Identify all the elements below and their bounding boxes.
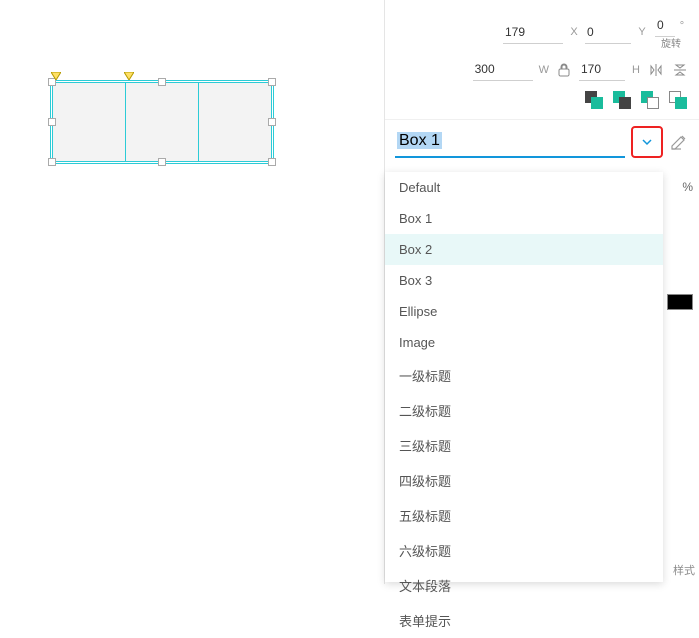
style-option[interactable]: Box 1 — [385, 203, 663, 234]
style-option[interactable]: Default — [385, 172, 663, 203]
style-option[interactable]: 六级标题 — [385, 533, 663, 568]
flip-vertical-icon[interactable] — [671, 61, 689, 79]
style-section-label: 样式 — [673, 562, 695, 578]
connector-hint-icon[interactable] — [124, 72, 134, 80]
style-option[interactable]: 五级标题 — [385, 498, 663, 533]
y-label: Y — [637, 26, 647, 38]
height-label: H — [631, 64, 641, 76]
resize-handle-br[interactable] — [268, 158, 276, 166]
edit-style-icon[interactable] — [669, 132, 689, 152]
bring-forward-button[interactable] — [613, 91, 631, 109]
x-input[interactable] — [503, 21, 563, 44]
canvas-area[interactable] — [0, 0, 384, 584]
style-name-value: Box 1 — [397, 132, 442, 149]
style-dropdown-toggle[interactable] — [631, 126, 663, 158]
style-option[interactable]: 一级标题 — [385, 358, 663, 393]
connector-hint-icon[interactable] — [51, 72, 61, 80]
style-option[interactable]: Image — [385, 327, 663, 358]
resize-handle-mr[interactable] — [268, 118, 276, 126]
resize-handle-tm[interactable] — [158, 78, 166, 86]
style-option[interactable]: 四级标题 — [385, 463, 663, 498]
resize-handle-ml[interactable] — [48, 118, 56, 126]
style-option[interactable]: 三级标题 — [385, 428, 663, 463]
style-option[interactable]: Ellipse — [385, 296, 663, 327]
height-input[interactable] — [579, 58, 625, 81]
opacity-unit-label: % — [682, 180, 693, 194]
rotate-input[interactable] — [655, 14, 675, 37]
resize-handle-bm[interactable] — [158, 158, 166, 166]
send-backward-button[interactable] — [641, 91, 659, 109]
flip-horizontal-icon[interactable] — [647, 61, 665, 79]
width-label: W — [539, 64, 549, 76]
send-to-back-button[interactable] — [669, 91, 687, 109]
y-input[interactable] — [585, 21, 631, 44]
rotate-label: 旋转 — [661, 35, 681, 50]
properties-panel: X Y ° 旋转 W H — [384, 0, 699, 584]
resize-handle-bl[interactable] — [48, 158, 56, 166]
selection-outline — [50, 80, 274, 164]
border-color-swatch[interactable] — [667, 294, 693, 310]
bring-to-front-button[interactable] — [585, 91, 603, 109]
style-name-input[interactable]: Box 1 — [395, 126, 625, 158]
lock-aspect-icon[interactable] — [555, 61, 573, 79]
width-input[interactable] — [473, 58, 533, 81]
x-label: X — [569, 26, 579, 38]
selected-object-group[interactable] — [52, 82, 272, 162]
style-option[interactable]: Box 2 — [385, 234, 663, 265]
resize-handle-tr[interactable] — [268, 78, 276, 86]
degree-label: ° — [677, 20, 687, 32]
style-option[interactable]: 文本段落 — [385, 568, 663, 603]
style-option[interactable]: 表单提示 — [385, 603, 663, 638]
style-option[interactable]: Box 3 — [385, 265, 663, 296]
style-dropdown-list: DefaultBox 1Box 2Box 3EllipseImage一级标题二级… — [385, 172, 663, 582]
style-option[interactable]: 二级标题 — [385, 393, 663, 428]
